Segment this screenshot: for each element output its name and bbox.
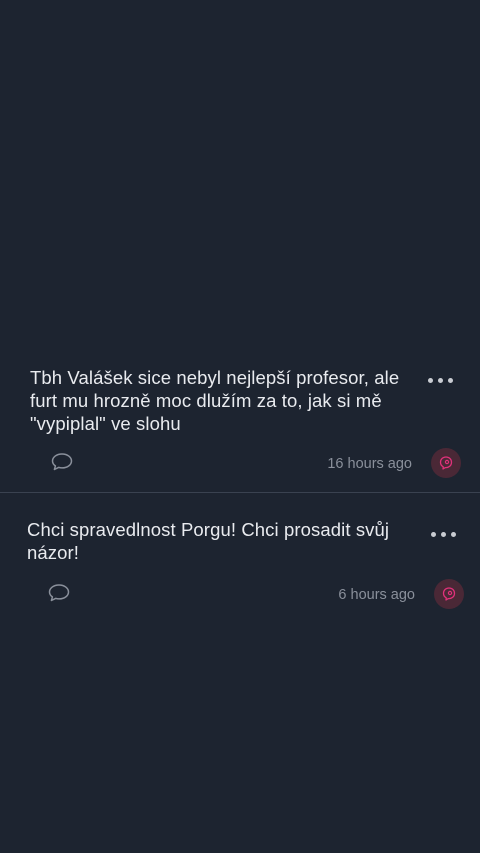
more-horizontal-icon-dot [441,531,446,537]
more-horizontal-icon-dot [451,531,456,537]
more-options-button[interactable] [428,372,453,388]
post-card[interactable]: Tbh Valášek sice nebyl nejlepší profesor… [0,360,480,492]
post-text: Tbh Valášek sice nebyl nejlepší profesor… [30,367,405,434]
more-options-button[interactable] [431,526,456,542]
post-timestamp: 6 hours ago [338,587,415,603]
more-horizontal-icon-dot [438,377,443,383]
comment-button[interactable] [50,451,74,473]
post-timestamp: 16 hours ago [327,456,412,472]
post-card[interactable]: Chci spravedlnost Porgu! Chci prosadit s… [0,493,480,623]
comment-button[interactable] [47,582,71,604]
feed-screen: Tbh Valášek sice nebyl nejlepší profesor… [0,0,480,853]
comment-bubble-icon [48,584,70,602]
avatar[interactable] [431,448,461,478]
avatar-icon [439,456,453,470]
more-horizontal-icon-dot [448,377,453,383]
comment-bubble-icon [51,453,73,471]
avatar-icon [442,587,456,601]
post-text: Chci spravedlnost Porgu! Chci prosadit s… [27,519,395,563]
more-horizontal-icon [428,377,433,383]
more-horizontal-icon [431,531,436,537]
avatar[interactable] [434,579,464,609]
